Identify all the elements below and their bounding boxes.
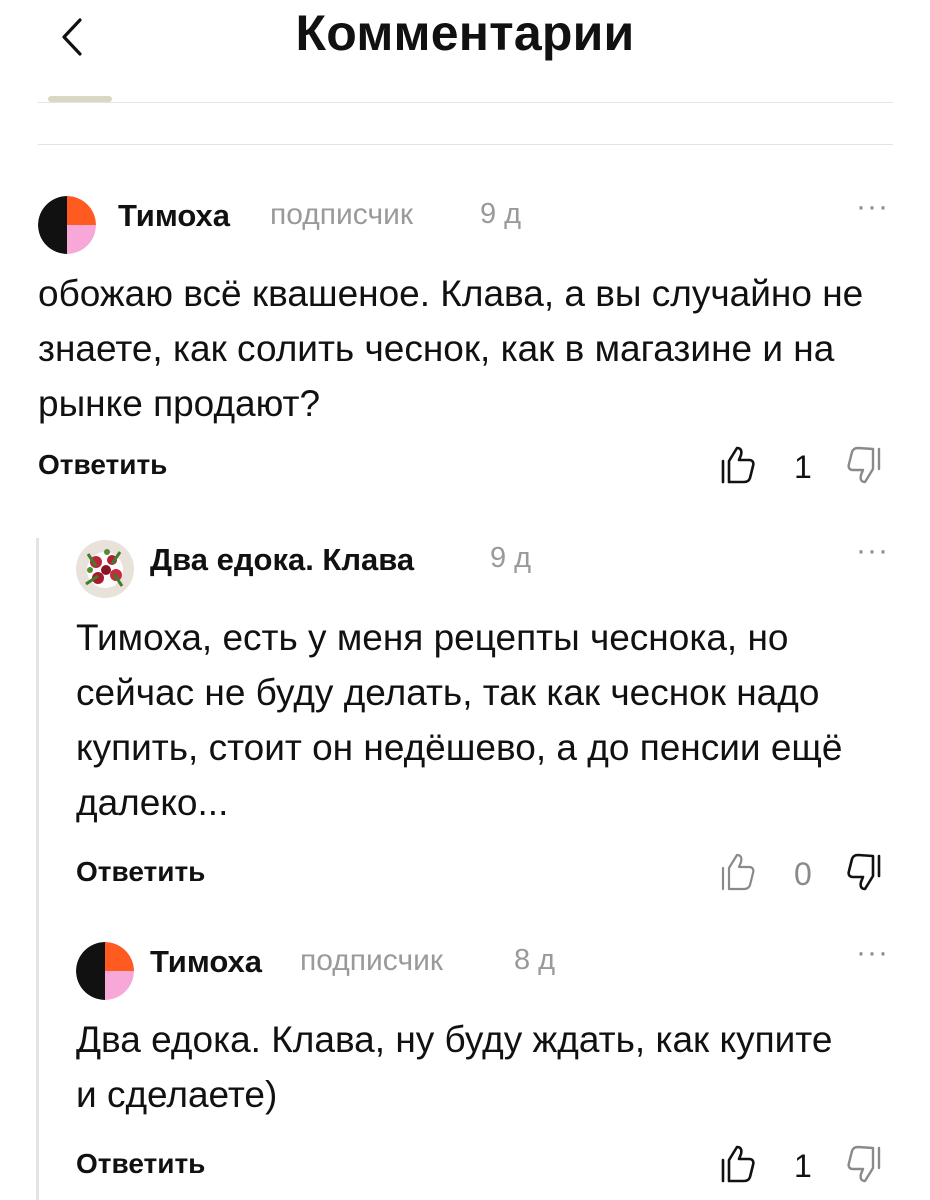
comment-time: 9 д xyxy=(490,542,532,574)
subscriber-badge: подписчик xyxy=(270,198,413,231)
avatar[interactable] xyxy=(76,942,134,1000)
avatar[interactable] xyxy=(76,540,134,598)
reply-button[interactable]: Ответить xyxy=(76,856,205,888)
more-icon[interactable]: ··· xyxy=(856,534,889,568)
top-bar: Комментарии xyxy=(0,0,930,100)
reply-button[interactable]: Ответить xyxy=(38,449,167,481)
comment: Тимоха подписчик 9 д ··· обожаю всё кваш… xyxy=(38,190,893,495)
author-name[interactable]: Тимоха xyxy=(118,198,230,234)
comment-meta: Два едока. Клава 9 д ··· xyxy=(76,534,893,600)
thumb-up-icon[interactable] xyxy=(720,1144,756,1184)
header-divider xyxy=(38,102,893,103)
like-count: 1 xyxy=(794,449,812,485)
comment-time: 8 д xyxy=(514,944,556,976)
thumb-down-icon[interactable] xyxy=(846,852,882,892)
comment-divider xyxy=(38,144,893,145)
avatar[interactable] xyxy=(38,196,96,254)
subscriber-badge: подписчик xyxy=(300,944,443,977)
more-icon[interactable]: ··· xyxy=(856,190,889,224)
comment-time: 9 д xyxy=(480,198,522,230)
comment-meta: Тимоха подписчик 9 д ··· xyxy=(38,190,893,256)
reply-button[interactable]: Ответить xyxy=(76,1148,205,1180)
comment-actions: Ответить 1 xyxy=(76,1144,893,1194)
more-icon[interactable]: ··· xyxy=(856,936,889,970)
comment: Два едока. Клава 9 д ··· Тимоха, есть у … xyxy=(76,534,893,902)
thumb-up-icon[interactable] xyxy=(720,445,756,485)
like-count: 0 xyxy=(794,856,812,892)
like-count: 1 xyxy=(794,1148,812,1184)
comment-text: Два едока. Клава, ну буду ждать, как куп… xyxy=(76,1019,833,1115)
comment-actions: Ответить 1 xyxy=(38,445,893,495)
page-title: Комментарии xyxy=(295,5,635,61)
comment: Тимоха подписчик 8 д ··· Два едока. Клав… xyxy=(76,936,893,1194)
thumb-up-icon[interactable] xyxy=(720,852,756,892)
comment-actions: Ответить 0 xyxy=(76,852,893,902)
thumb-down-icon[interactable] xyxy=(846,445,882,485)
author-name[interactable]: Два едока. Клава xyxy=(150,542,414,578)
author-name[interactable]: Тимоха xyxy=(150,944,262,980)
comment-text: обожаю всё квашеное. Клава, а вы случайн… xyxy=(38,273,864,424)
comment-meta: Тимоха подписчик 8 д ··· xyxy=(76,936,893,1002)
reply-thread-line xyxy=(36,538,39,1200)
thumb-down-icon[interactable] xyxy=(846,1144,882,1184)
comment-text: Тимоха, есть у меня рецепты чеснока, но … xyxy=(76,617,843,823)
